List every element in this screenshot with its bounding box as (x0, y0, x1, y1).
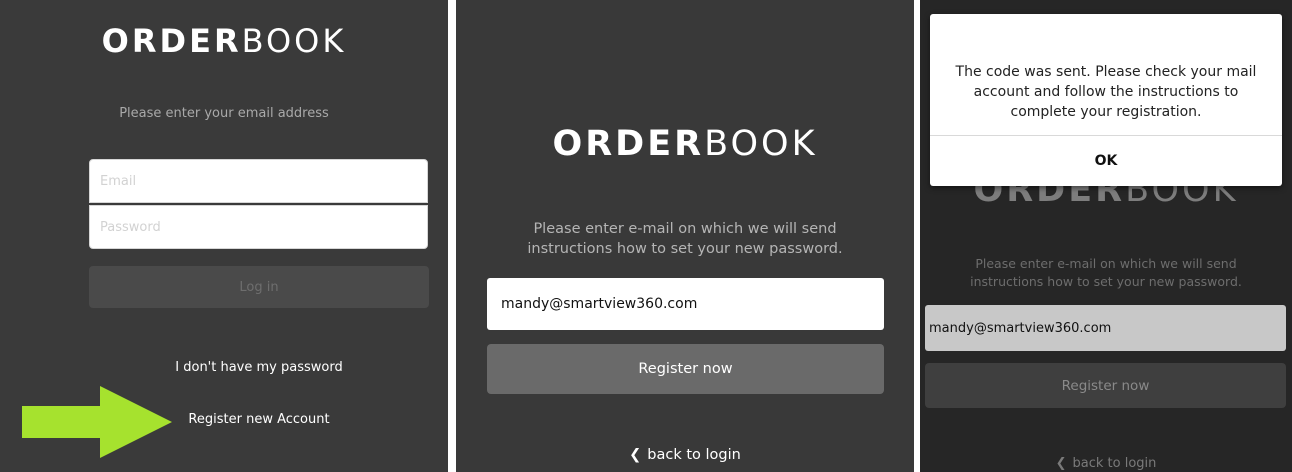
confirmation-screen: ORDERBOOK Please enter e-mail on which w… (920, 0, 1292, 472)
dialog-message: The code was sent. Please check your mai… (940, 62, 1272, 122)
chevron-left-icon: ❮ (629, 447, 642, 463)
email-prompt: Please enter your email address (119, 106, 329, 121)
back-to-login-link: ❮ back to login (920, 456, 1292, 471)
back-to-login-label: back to login (1072, 456, 1157, 471)
register-prompt-line1: Please enter e-mail on which we will sen… (975, 256, 1237, 271)
logo-light-text: BOOK (704, 124, 818, 164)
register-prompt-line1: Please enter e-mail on which we will sen… (533, 221, 837, 237)
dialog-message-line3: complete your registration. (1010, 104, 1202, 120)
register-email-input[interactable] (487, 278, 884, 330)
register-prompt: Please enter e-mail on which we will sen… (920, 255, 1292, 291)
code-sent-dialog: The code was sent. Please check your mai… (930, 14, 1282, 186)
arrow-right-icon (22, 386, 172, 458)
register-email-field: mandy@smartview360.com (925, 305, 1286, 351)
login-screen: ORDERBOOK Please enter your email addres… (0, 0, 448, 472)
dialog-message-line2: account and follow the instructions to (973, 84, 1239, 100)
logo-bold-text: ORDER (101, 22, 242, 60)
chevron-left-icon: ❮ (1055, 456, 1067, 471)
register-now-button: Register now (925, 363, 1286, 408)
register-now-button[interactable]: Register now (487, 344, 884, 394)
login-button[interactable]: Log in (89, 266, 429, 308)
logo-bold-text: ORDER (552, 124, 705, 164)
forgot-password-link[interactable]: I don't have my password (89, 360, 429, 375)
logo-light-text: BOOK (241, 22, 347, 60)
dialog-ok-button[interactable]: OK (930, 136, 1282, 186)
dialog-message-line1: The code was sent. Please check your mai… (955, 64, 1257, 80)
back-to-login-label: back to login (647, 447, 741, 463)
back-to-login-link[interactable]: ❮ back to login (456, 447, 914, 463)
register-screen: ORDERBOOK Please enter e-mail on which w… (456, 0, 914, 472)
register-prompt: Please enter e-mail on which we will sen… (456, 219, 914, 259)
orderbook-logo: ORDERBOOK (0, 22, 448, 60)
email-input[interactable] (89, 159, 428, 203)
password-input[interactable] (89, 205, 428, 249)
orderbook-logo: ORDERBOOK (456, 124, 914, 164)
register-prompt-line2: instructions how to set your new passwor… (970, 274, 1242, 289)
register-prompt-line2: instructions how to set your new passwor… (527, 241, 843, 257)
